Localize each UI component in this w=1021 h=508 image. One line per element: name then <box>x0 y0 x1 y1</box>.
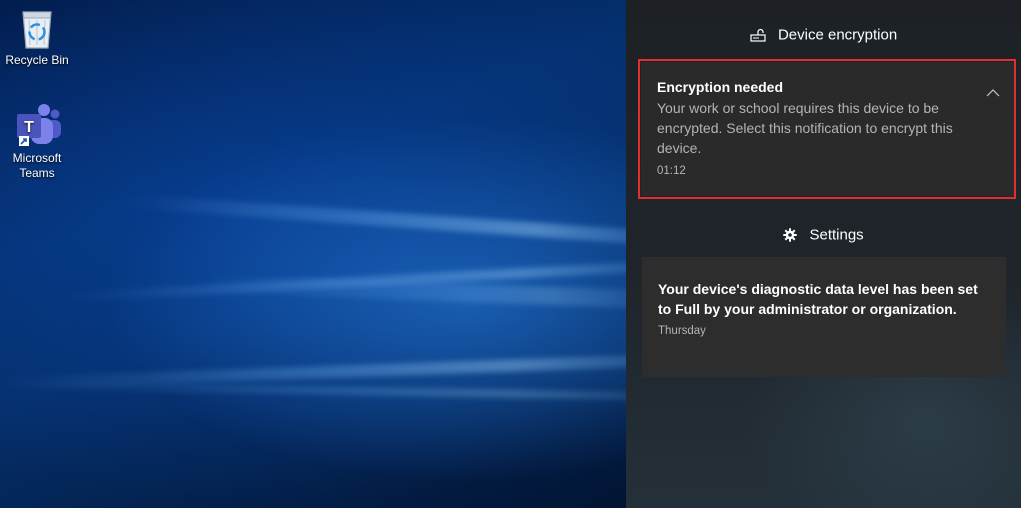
teams-icon: T <box>17 104 61 146</box>
notification-time: 01:12 <box>657 165 686 177</box>
notification-time: Thursday <box>658 325 706 337</box>
desktop-icon-label: Microsoft Teams <box>12 151 62 180</box>
notification-encryption-needed[interactable]: Encryption needed Your work or school re… <box>641 62 1014 196</box>
chevron-up-icon[interactable] <box>986 88 1000 98</box>
notification-group-header-settings: Settings <box>626 226 1021 244</box>
wallpaper-light-beam <box>20 381 626 400</box>
desktop-icon-label: Recycle Bin <box>5 53 69 67</box>
notification-body: Your device's diagnostic data level has … <box>658 281 978 317</box>
notification-title: Encryption needed <box>657 79 784 95</box>
desktop[interactable]: Recycle Bin T Microsoft Teams <box>0 0 626 508</box>
group-header-label: Settings <box>809 226 864 244</box>
notification-body: Your work or school requires this device… <box>657 100 953 156</box>
screen: Recycle Bin T Microsoft Teams Device enc… <box>0 0 1021 508</box>
group-header-label: Device encryption <box>777 26 898 44</box>
encryption-icon <box>750 28 766 42</box>
desktop-icon-recycle-bin[interactable]: Recycle Bin <box>0 4 74 68</box>
svg-text:T: T <box>24 119 34 136</box>
desktop-icon-microsoft-teams[interactable]: T Microsoft Teams <box>0 102 74 181</box>
recycle-bin-icon <box>22 11 52 49</box>
action-center-panel: Device encryption Encryption needed Your… <box>626 0 1021 508</box>
gear-icon <box>783 228 798 242</box>
notification-diagnostic-data[interactable]: Your device's diagnostic data level has … <box>642 257 1006 377</box>
wallpaper-light-beam <box>120 193 626 244</box>
notification-group-header-device-encryption: Device encryption <box>626 26 1021 44</box>
